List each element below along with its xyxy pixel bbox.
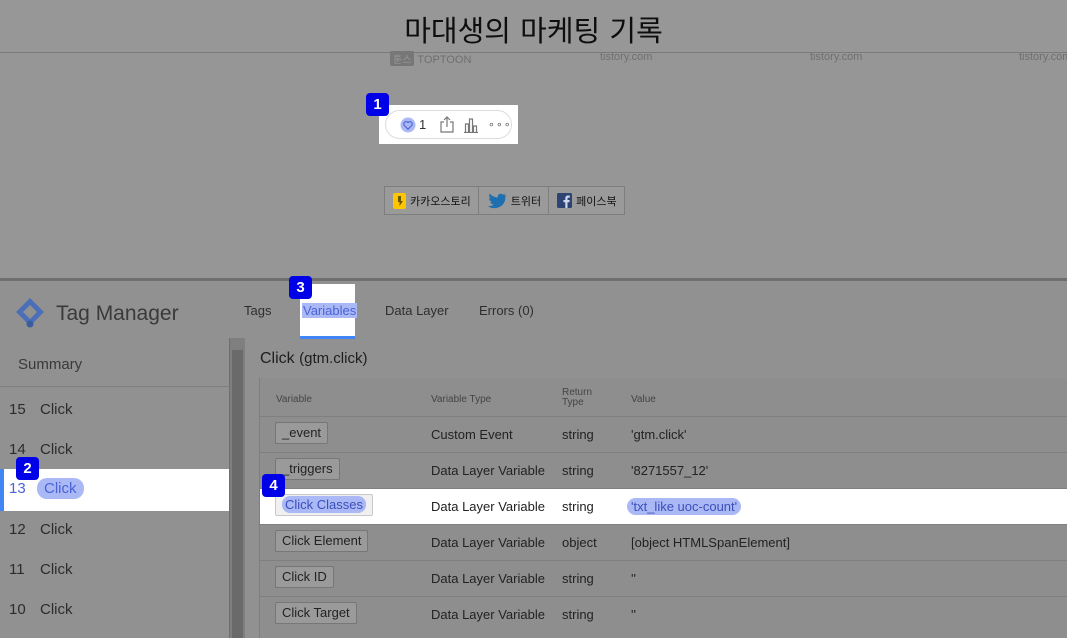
value-cell: [object HTMLSpanElement]: [631, 535, 790, 550]
variable-name-chip: _event: [275, 422, 329, 444]
return-type-cell: string: [562, 463, 594, 478]
facebook-label: 페이스북: [576, 195, 617, 208]
event-item-15[interactable]: 15 Click: [0, 390, 229, 430]
heart-icon[interactable]: [400, 117, 416, 133]
variable-type-cell: Custom Event: [431, 427, 513, 442]
detail-event-subtitle: (gtm.click): [299, 350, 368, 367]
table-row[interactable]: Click Element Data Layer Variable object…: [260, 524, 1067, 560]
event-label: Click: [40, 441, 73, 458]
tag-manager-title: Tag Manager: [56, 302, 179, 325]
facebook-share-button[interactable]: 페이스북: [549, 187, 623, 214]
like-count: 1: [419, 117, 427, 132]
column-header-variable-type: Variable Type: [431, 394, 492, 405]
stats-icon[interactable]: [463, 117, 479, 133]
table-row[interactable]: Click ID Data Layer Variable string '': [260, 560, 1067, 596]
value-cell: 'gtm.click': [631, 427, 687, 442]
return-type-cell: object: [562, 535, 597, 550]
event-label: Click: [40, 561, 73, 578]
variable-type-cell: Data Layer Variable: [431, 499, 545, 514]
variable-type-cell: Data Layer Variable: [431, 535, 545, 550]
ad-item[interactable]: 툰스 TOPTOON: [390, 51, 471, 66]
value-cell: '8271557_12': [631, 463, 709, 478]
tag-manager-logo-icon: [16, 298, 44, 328]
variable-name-chip: Click ID: [275, 566, 334, 588]
tab-errors[interactable]: Errors (0): [479, 303, 534, 318]
kakaostory-icon: [393, 192, 406, 209]
event-item-10[interactable]: 10 Click: [0, 590, 229, 630]
return-type-cell: string: [562, 571, 594, 586]
variable-name-chip: Click Target: [275, 602, 357, 624]
variable-type-cell: Data Layer Variable: [431, 571, 545, 586]
ad-item[interactable]: tistory.com: [1019, 51, 1067, 63]
blog-preview: 마대생의 마케팅 기록 툰스 TOPTOON tistory.com tistor…: [0, 0, 1067, 278]
event-number: 13: [9, 480, 26, 497]
variable-name-highlight: Click Classes: [282, 496, 367, 513]
variable-name-chip: Click Element: [275, 530, 369, 552]
variable-name-chip: Click Classes: [275, 494, 374, 516]
event-label: Click: [40, 401, 73, 418]
kakaostory-label: 카카오스토리: [410, 195, 471, 208]
event-number: 11: [9, 561, 25, 578]
detail-event-name: Click: [260, 350, 295, 367]
tag-manager-panel: Tag Manager Tags Variables Data Layer Er…: [0, 276, 1067, 638]
sidebar-divider: [0, 386, 229, 387]
event-label: Click: [40, 601, 73, 618]
more-icon[interactable]: ∘∘∘: [488, 118, 512, 131]
variables-table: Variable Variable Type Return Type Value…: [259, 378, 1067, 638]
kakaostory-share-button[interactable]: 카카오스토리: [385, 187, 479, 214]
sidebar-scrollbar[interactable]: [229, 338, 245, 638]
table-row[interactable]: _event Custom Event string 'gtm.click': [260, 416, 1067, 452]
value-cell: '': [631, 571, 636, 586]
value-cell: '': [631, 607, 636, 622]
event-item-12[interactable]: 12 Click: [0, 510, 229, 550]
event-label: Click: [37, 478, 84, 499]
value-cell: 'txt_like uoc-count': [627, 498, 742, 515]
variable-type-cell: Data Layer Variable: [431, 463, 545, 478]
blog-title[interactable]: 마대생의 마케팅 기록: [0, 8, 1067, 50]
return-type-cell: string: [562, 427, 594, 442]
return-type-cell: string: [562, 499, 594, 514]
ad-badge: 툰스: [390, 51, 415, 66]
ad-item[interactable]: tistory.com: [810, 51, 862, 63]
event-number: 15: [9, 401, 26, 418]
value-highlight: 'txt_like uoc-count': [627, 498, 742, 515]
ad-text: TOPTOON: [417, 54, 472, 66]
tab-data-layer[interactable]: Data Layer: [385, 303, 449, 318]
tab-tags[interactable]: Tags: [244, 303, 271, 318]
annotation-marker-2: 2: [16, 457, 39, 480]
twitter-icon: [487, 193, 506, 208]
annotation-marker-3: 3: [289, 276, 312, 299]
event-number: 10: [9, 601, 26, 618]
event-number: 14: [9, 441, 26, 458]
table-row-selected[interactable]: Click Classes Data Layer Variable string…: [260, 488, 1067, 524]
event-item-11[interactable]: 11 Click: [0, 550, 229, 590]
event-number: 12: [9, 521, 26, 538]
return-type-cell: string: [562, 607, 594, 622]
reaction-box: 1 ∘∘∘: [379, 105, 518, 144]
share-icon[interactable]: [439, 116, 455, 133]
detail-title: Click (gtm.click): [260, 350, 367, 368]
blog-header: 마대생의 마케팅 기록: [0, 0, 1067, 53]
tab-variables-label: Variables: [302, 303, 358, 318]
table-row[interactable]: _triggers Data Layer Variable string '82…: [260, 452, 1067, 488]
sidebar-summary[interactable]: Summary: [18, 356, 82, 373]
annotation-marker-4: 4: [262, 474, 285, 497]
social-share-bar: 카카오스토리 트위터 페이스북: [384, 186, 625, 215]
annotation-marker-1: 1: [366, 93, 389, 116]
table-row[interactable]: Click Target Data Layer Variable string …: [260, 596, 1067, 632]
ad-item[interactable]: tistory.com: [600, 51, 652, 63]
column-header-return-type: Return Type: [562, 387, 593, 408]
scrollbar-thumb[interactable]: [232, 350, 243, 638]
event-label: Click: [40, 521, 73, 538]
facebook-icon: [557, 193, 573, 208]
twitter-label: 트위터: [510, 195, 542, 208]
event-sidebar: Summary 15 Click 14 Click 13 Click 12 Cl…: [0, 338, 229, 638]
column-header-value: Value: [631, 394, 656, 405]
variable-type-cell: Data Layer Variable: [431, 607, 545, 622]
twitter-share-button[interactable]: 트위터: [479, 187, 550, 214]
reaction-bar: 1 ∘∘∘: [385, 110, 512, 139]
column-header-variable: Variable: [276, 394, 312, 405]
